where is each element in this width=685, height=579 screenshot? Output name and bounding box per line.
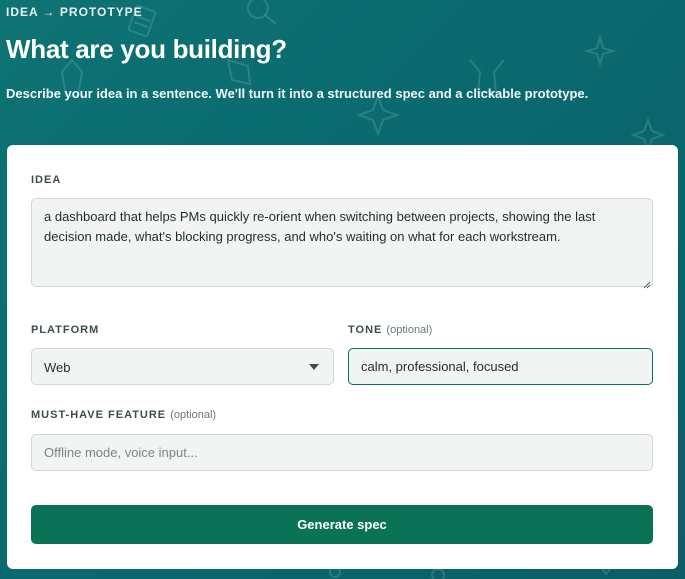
generate-spec-button[interactable]: Generate spec	[31, 505, 653, 544]
spec-form-card: IDEA a dashboard that helps PMs quickly …	[7, 145, 678, 569]
resize-grip-icon[interactable]	[643, 281, 651, 289]
page-title: What are you building?	[6, 34, 287, 64]
page-subtitle: Describe your idea in a sentence. We'll …	[6, 86, 589, 101]
must-have-label: MUST-HAVE FEATURE (optional)	[31, 409, 216, 421]
must-have-label-text: MUST-HAVE FEATURE	[31, 409, 167, 421]
tone-label: TONE (optional)	[348, 324, 432, 336]
must-have-feature-input[interactable]	[31, 434, 653, 471]
tone-optional-hint: (optional)	[386, 324, 433, 336]
platform-label: PLATFORM	[31, 324, 100, 336]
eyebrow-breadcrumb: IDEA → PROTOTYPE	[6, 5, 143, 19]
idea-label: IDEA	[31, 174, 62, 186]
platform-selected-value: Web	[44, 360, 71, 375]
must-have-optional-hint: (optional)	[170, 409, 217, 421]
chevron-down-icon	[309, 364, 319, 370]
platform-select[interactable]: Web	[31, 348, 334, 385]
tone-input[interactable]	[348, 348, 653, 385]
tone-label-text: TONE	[348, 324, 383, 336]
idea-textarea[interactable]: a dashboard that helps PMs quickly re-or…	[31, 198, 653, 287]
